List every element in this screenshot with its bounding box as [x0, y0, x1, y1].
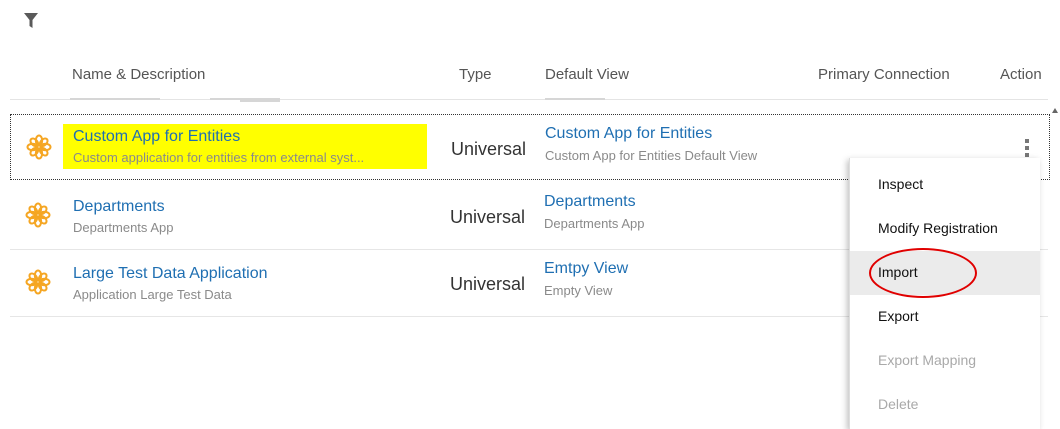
menu-item-label: Export	[878, 308, 919, 324]
menu-item-delete: Delete	[850, 383, 1040, 427]
column-header-name[interactable]: Name & Description	[72, 66, 205, 83]
app-flower-icon	[25, 269, 51, 295]
menu-item-label: Export Mapping	[878, 352, 977, 368]
name-cell: Departments Departments App	[64, 195, 424, 236]
kebab-menu-icon[interactable]	[1024, 139, 1030, 159]
filter-icon[interactable]	[24, 13, 38, 29]
app-type: Universal	[451, 139, 527, 159]
app-description: Application Large Test Data	[73, 287, 232, 302]
name-cell: Large Test Data Application Application …	[64, 262, 424, 303]
table-header: Name & Description Type Default View Pri…	[0, 58, 1060, 98]
app-flower-icon	[26, 134, 52, 160]
menu-item-label: Delete	[878, 396, 919, 412]
menu-item-export[interactable]: Export	[850, 295, 1040, 339]
menu-item-export-mapping: Export Mapping	[850, 339, 1040, 383]
scroll-up-arrow-icon[interactable]	[1052, 108, 1058, 113]
menu-item-import[interactable]: Import	[850, 251, 1040, 295]
default-view-link[interactable]: Departments	[544, 193, 636, 211]
app-name-link[interactable]: Custom App for Entities	[73, 128, 240, 146]
app-description: Departments App	[73, 220, 174, 235]
default-view-link[interactable]: Emtpy View	[544, 260, 628, 278]
column-header-default-view[interactable]: Default View	[545, 66, 629, 83]
app-flower-icon	[25, 202, 51, 228]
default-view-description: Departments App	[544, 216, 645, 231]
name-cell-highlight: Custom App for Entities Custom applicati…	[63, 124, 427, 169]
column-header-primary-connection[interactable]: Primary Connection	[818, 66, 950, 83]
app-type: Universal	[450, 207, 526, 227]
menu-item-label: Import	[878, 264, 918, 280]
row-action-menu: Inspect Modify Registration Import Expor…	[849, 158, 1040, 429]
column-header-action: Action	[1000, 66, 1042, 83]
app-description: Custom application for entities from ext…	[73, 150, 365, 165]
menu-item-label: Modify Registration	[878, 220, 998, 236]
default-view-description: Custom App for Entities Default View	[545, 148, 758, 163]
app-name-link[interactable]: Large Test Data Application	[73, 265, 268, 283]
partially-scrolled-row	[70, 98, 970, 102]
app-type: Universal	[450, 274, 526, 294]
app-name-link[interactable]: Departments	[73, 198, 165, 216]
menu-item-label: Inspect	[878, 176, 924, 192]
column-header-type[interactable]: Type	[459, 66, 492, 83]
default-view-link[interactable]: Custom App for Entities	[545, 125, 712, 143]
default-view-description: Empty View	[544, 283, 613, 298]
menu-item-modify-registration[interactable]: Modify Registration	[850, 207, 1040, 251]
menu-item-inspect[interactable]: Inspect	[850, 163, 1040, 207]
